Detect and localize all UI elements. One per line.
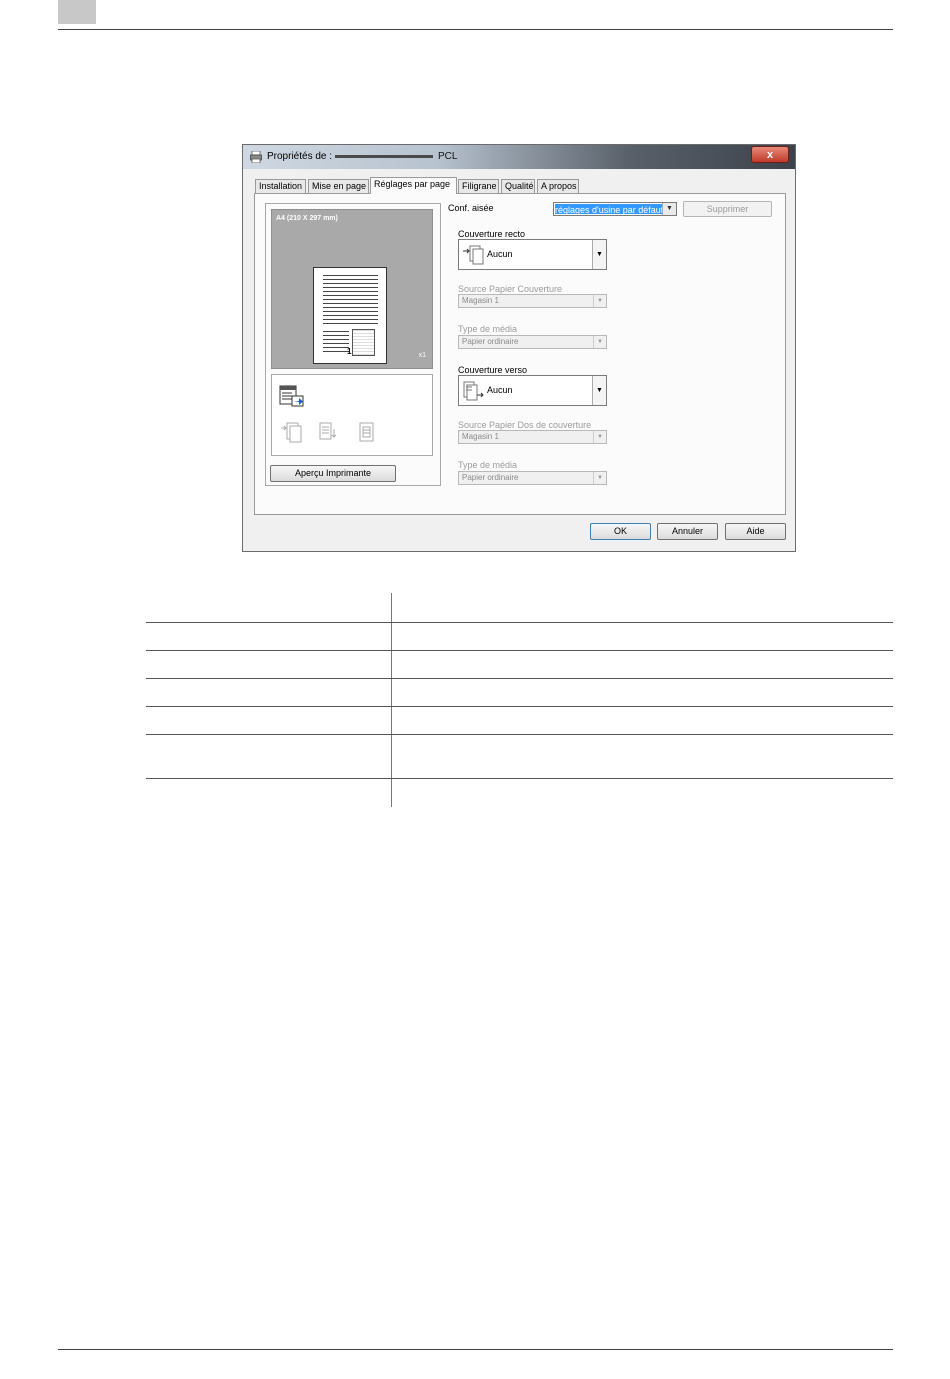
- chevron-down-icon[interactable]: ▼: [592, 240, 606, 269]
- conf-aisee-selected-value: réglages d'usine par défaut: [555, 204, 662, 214]
- source-papier-couverture-value: Magasin 1: [462, 296, 499, 305]
- table-row-divider: [146, 678, 893, 679]
- table-row-divider: [146, 650, 893, 651]
- table-row-divider: [146, 778, 893, 779]
- page-number: 1: [347, 347, 352, 356]
- table-row-divider: [146, 734, 893, 735]
- header-chapter-box: [58, 0, 96, 24]
- copies-count: x1: [418, 352, 426, 359]
- dialog-title-suffix: PCL: [438, 151, 458, 162]
- type-de-media-back-value: Papier ordinaire: [462, 473, 519, 482]
- source-papier-couverture-select[interactable]: Magasin 1 ▼: [458, 294, 607, 308]
- chevron-down-icon: ▼: [593, 472, 606, 484]
- page-table-icon: [359, 422, 374, 442]
- type-de-media-front-value: Papier ordinaire: [462, 337, 519, 346]
- chapter-icon: [319, 422, 337, 440]
- couverture-verso-select[interactable]: Aucun ▼: [458, 375, 607, 406]
- chevron-down-icon: ▼: [593, 336, 606, 348]
- back-cover-icon: [463, 381, 484, 401]
- type-de-media-back-select[interactable]: Papier ordinaire ▼: [458, 471, 607, 485]
- source-papier-dos-value: Magasin 1: [462, 432, 499, 441]
- page-preview: A4 (210 X 297 mm) 1 x1: [271, 209, 433, 369]
- aide-button[interactable]: Aide: [725, 523, 786, 540]
- chevron-down-icon: ▼: [593, 431, 606, 443]
- tab-installation[interactable]: Installation: [255, 179, 306, 193]
- type-de-media-front-label: Type de média: [458, 324, 518, 334]
- paper-size-label: A4 (210 X 297 mm): [276, 215, 338, 222]
- preview-frame: A4 (210 X 297 mm) 1 x1 Aperçu Imprimante: [265, 203, 441, 486]
- source-papier-dos-select[interactable]: Magasin 1 ▼: [458, 430, 607, 444]
- conf-aisee-select[interactable]: réglages d'usine par défaut ▼: [553, 202, 677, 216]
- tab-reglages-par-page[interactable]: Réglages par page: [370, 177, 457, 194]
- table-row-divider: [146, 706, 893, 707]
- close-button[interactable]: x: [751, 146, 789, 163]
- apercu-imprimante-button[interactable]: Aperçu Imprimante: [270, 465, 396, 482]
- front-cover-icon: [463, 245, 484, 265]
- tab-a-propos[interactable]: A propos: [537, 179, 579, 193]
- printer-properties-dialog: Propriétés de : PCL x Installation Mise …: [242, 144, 796, 552]
- couverture-recto-value: Aucun: [487, 249, 513, 259]
- cover-grid-icon: [352, 329, 375, 356]
- chevron-down-icon[interactable]: ▼: [662, 203, 676, 215]
- tab-filigrane[interactable]: Filigrane: [458, 179, 499, 193]
- couverture-recto-label: Couverture recto: [458, 229, 526, 239]
- type-de-media-front-select[interactable]: Papier ordinaire ▼: [458, 335, 607, 349]
- table-column-separator: [391, 593, 392, 807]
- footer-rule: [58, 1349, 893, 1350]
- ok-button[interactable]: OK: [590, 523, 651, 540]
- cover-settings-icon: [279, 385, 304, 407]
- insert-page-icon: [281, 422, 302, 443]
- printer-icon: [250, 151, 262, 163]
- couverture-verso-label: Couverture verso: [458, 365, 528, 375]
- table-row-divider: [146, 622, 893, 623]
- header-rule: [58, 29, 893, 30]
- feature-icons-box: [271, 374, 433, 456]
- preview-page: 1: [313, 267, 387, 364]
- tab-panel: A4 (210 X 297 mm) 1 x1 Aperçu Imprimante…: [254, 193, 786, 515]
- supprimer-button[interactable]: Supprimer: [683, 201, 772, 217]
- tab-qualite[interactable]: Qualité: [501, 179, 535, 193]
- redacted-printer-name: [335, 155, 433, 158]
- chevron-down-icon[interactable]: ▼: [592, 376, 606, 405]
- title-bar: Propriétés de : PCL x: [243, 145, 795, 169]
- annuler-button[interactable]: Annuler: [657, 523, 718, 540]
- conf-aisee-label: Conf. aisée: [448, 203, 494, 213]
- conf-aisee-group: Conf. aisée réglages d'usine par défaut …: [442, 198, 778, 218]
- source-papier-dos-label: Source Papier Dos de couverture: [458, 420, 592, 430]
- dialog-title: Propriétés de :: [267, 151, 333, 162]
- tab-mise-en-page[interactable]: Mise en page: [308, 179, 369, 193]
- couverture-verso-value: Aucun: [487, 385, 513, 395]
- source-papier-couverture-label: Source Papier Couverture: [458, 284, 563, 294]
- type-de-media-back-label: Type de média: [458, 460, 518, 470]
- couverture-recto-select[interactable]: Aucun ▼: [458, 239, 607, 270]
- chevron-down-icon: ▼: [593, 295, 606, 307]
